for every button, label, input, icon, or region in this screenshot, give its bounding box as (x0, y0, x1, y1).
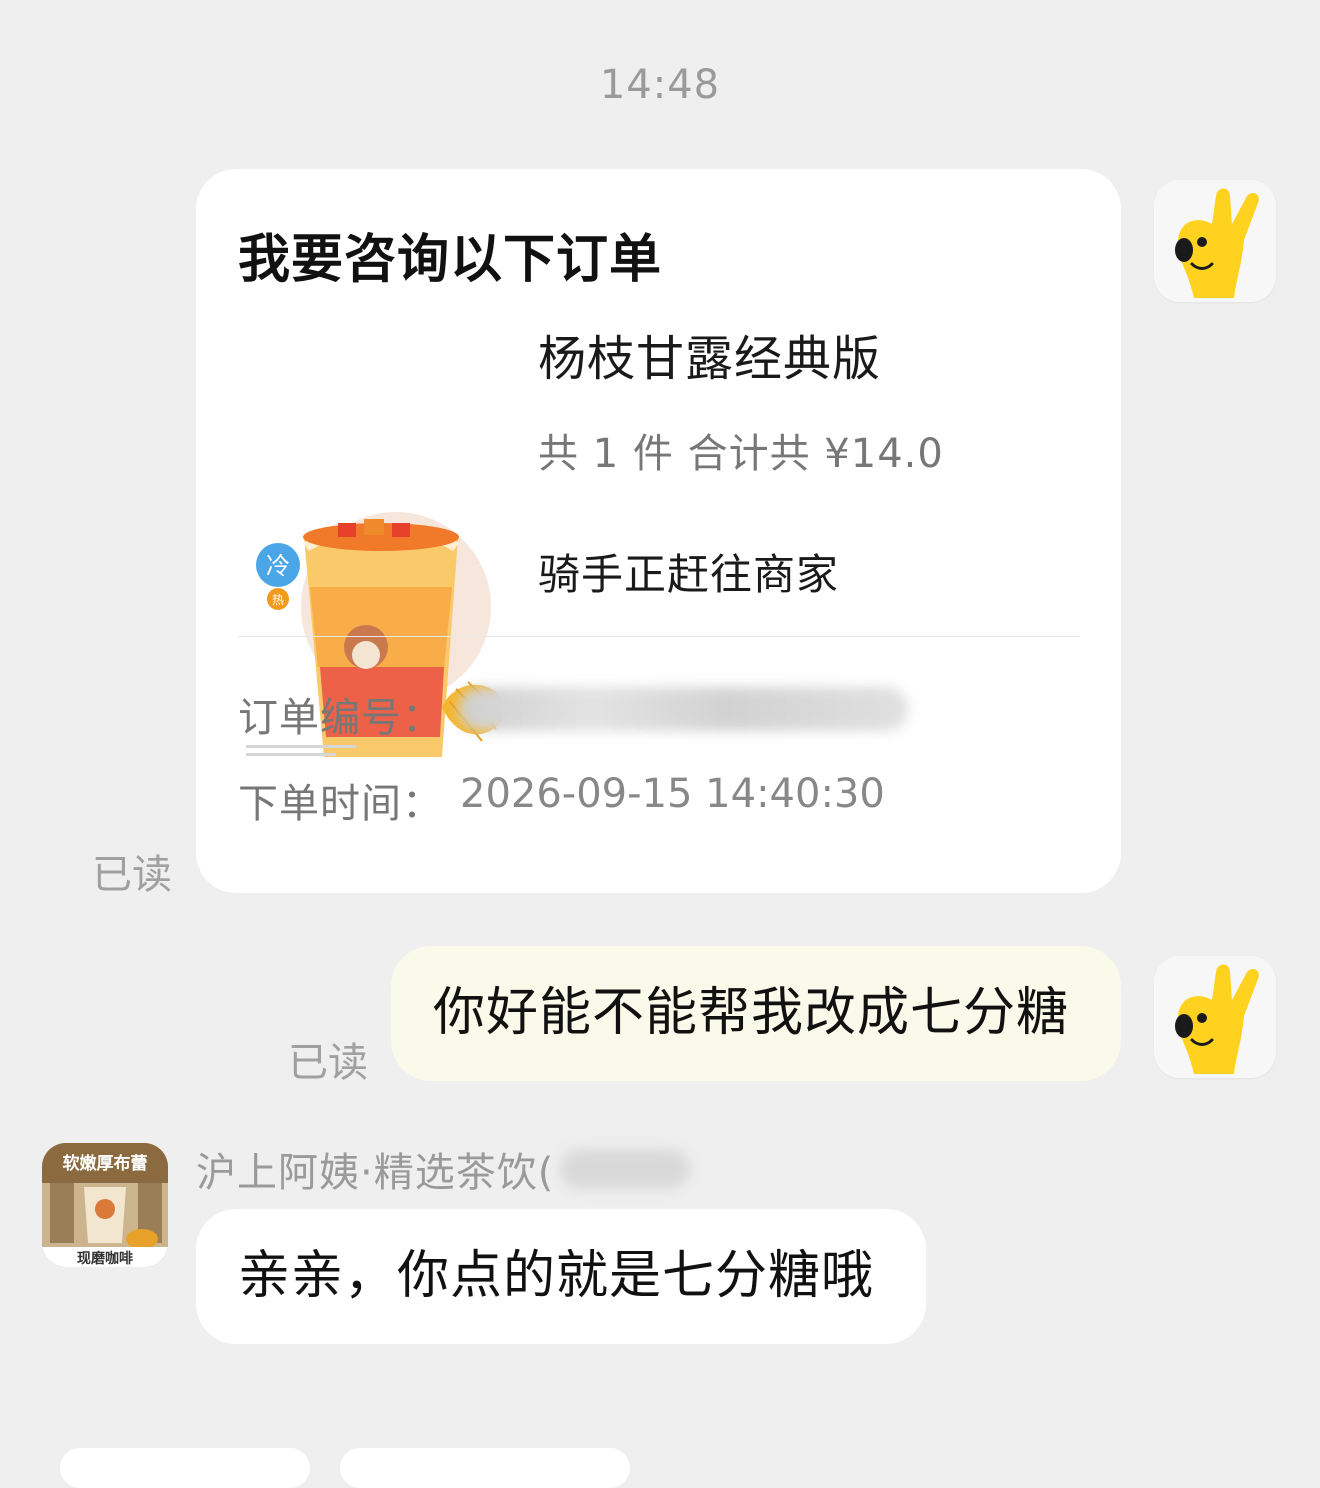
order-time-value: 2026-09-15 14:40:30 (460, 771, 885, 817)
card-divider (238, 636, 1080, 637)
shop-name-row: 沪上阿姨·精选茶饮( (196, 1140, 691, 1196)
next-message-peek-2 (340, 1448, 630, 1488)
delivery-status: 骑手正赶往商家 (538, 550, 840, 599)
order-card[interactable]: 我要咨询以下订单 冷 热 杨枝甘露经典版 共 1 件 合计共 ¥14.0 骑手正… (196, 169, 1121, 893)
shop-message-bubble[interactable]: 亲亲，你点的就是七分糖哦 (196, 1209, 926, 1344)
chat-timestamp: 14:48 (599, 62, 721, 108)
shop-avatar[interactable]: 软嫩厚布蕾 现磨咖啡 (42, 1143, 168, 1267)
order-summary: 共 1 件 合计共 ¥14.0 (538, 431, 944, 477)
shop-avatar-caption-bottom: 现磨咖啡 (77, 1250, 133, 1267)
shop-drink-icon: 软嫩厚布蕾 现磨咖啡 (42, 1143, 168, 1267)
order-number-redacted (458, 687, 908, 731)
order-card-title: 我要咨询以下订单 (238, 230, 663, 290)
cold-badge: 冷 (266, 552, 290, 580)
shop-name: 沪上阿姨·精选茶饮( (196, 1150, 555, 1196)
user-avatar[interactable] (1154, 180, 1276, 302)
next-message-peek-1 (60, 1448, 310, 1488)
read-receipt-user: 已读 (288, 1040, 368, 1086)
order-time-label: 下单时间： (238, 781, 443, 827)
read-receipt-order: 已读 (92, 852, 172, 898)
user-message-bubble[interactable]: 你好能不能帮我改成七分糖 (391, 946, 1121, 1081)
yellow-mascot-icon (1154, 956, 1276, 1078)
yellow-mascot-icon (1154, 180, 1276, 302)
order-number-label: 订单编号： (238, 695, 443, 741)
product-name: 杨枝甘露经典版 (538, 331, 882, 387)
user-avatar-2[interactable] (1154, 956, 1276, 1078)
shop-name-redacted (560, 1149, 691, 1189)
hot-badge: 热 (272, 593, 284, 607)
shop-avatar-caption-top: 软嫩厚布蕾 (63, 1153, 148, 1174)
